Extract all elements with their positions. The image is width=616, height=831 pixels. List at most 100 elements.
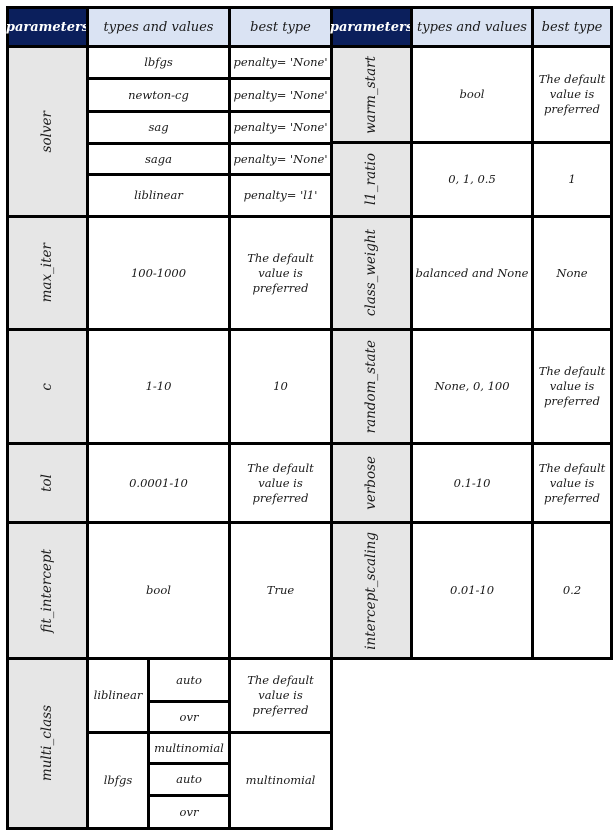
cell-text: auto bbox=[176, 672, 202, 687]
param-tol: tol bbox=[6, 442, 89, 524]
solver-value-newton-cg: newton-cg bbox=[86, 77, 231, 113]
multi-class-option-auto-2: auto bbox=[147, 762, 231, 797]
cell-text: 0.01-10 bbox=[449, 583, 495, 597]
header-label: types and values bbox=[417, 19, 527, 35]
fit-intercept-value: bool bbox=[86, 521, 231, 660]
cell-text: The default value is preferred bbox=[247, 673, 314, 717]
cell-text: newton-cg bbox=[128, 87, 189, 102]
solver-best-liblinear: penalty= 'l1' bbox=[228, 173, 333, 218]
cell-text: liblinear bbox=[93, 688, 143, 702]
class-weight-value: balanced and None bbox=[410, 215, 534, 331]
warm-start-value: bool bbox=[410, 45, 534, 144]
solver-best-sag: penalty= 'None' bbox=[228, 110, 333, 145]
c-best: 10 bbox=[228, 328, 333, 445]
class-weight-best: None bbox=[531, 215, 613, 331]
cell-text: 1 bbox=[568, 172, 576, 186]
header-parameters-right: parameters bbox=[330, 6, 413, 48]
cell-text: multinomial bbox=[154, 740, 224, 755]
cell-text: None, 0, 100 bbox=[434, 379, 510, 393]
cell-text: 0.2 bbox=[562, 583, 582, 597]
verbose-value: 0.1-10 bbox=[410, 442, 534, 524]
solver-value-lbfgs: lbfgs bbox=[86, 45, 231, 80]
cell-text: The default value is preferred bbox=[247, 460, 314, 505]
multi-class-option-ovr-2: ovr bbox=[147, 794, 231, 830]
param-label: fit_intercept bbox=[39, 548, 55, 633]
tol-best: The default value is preferred bbox=[228, 442, 333, 524]
random-state-best: The default value is preferred bbox=[531, 328, 613, 445]
param-warm-start: warm_start bbox=[330, 45, 413, 144]
header-label: types and values bbox=[103, 19, 214, 35]
cell-text: 0, 1, 0.5 bbox=[448, 172, 496, 186]
header-label: parameters bbox=[329, 19, 414, 35]
cell-text: lbfgs bbox=[103, 773, 133, 787]
cell-text: The default value is preferred bbox=[538, 460, 606, 505]
random-state-value: None, 0, 100 bbox=[410, 328, 534, 445]
param-multi-class: multi_class bbox=[6, 657, 89, 830]
header-label: best type bbox=[250, 19, 311, 35]
cell-text: penalty= 'None' bbox=[233, 87, 328, 102]
param-fit-intercept: fit_intercept bbox=[6, 521, 89, 660]
cell-text: bool bbox=[459, 87, 485, 101]
cell-text: None bbox=[556, 265, 588, 280]
cell-text: saga bbox=[145, 151, 172, 166]
param-class-weight: class_weight bbox=[330, 215, 413, 331]
param-max-iter: max_iter bbox=[6, 215, 89, 331]
c-value: 1-10 bbox=[86, 328, 231, 445]
cell-text: 0.1-10 bbox=[453, 475, 491, 490]
param-label: intercept_scaling bbox=[363, 531, 379, 650]
cell-text: 1-10 bbox=[145, 379, 172, 393]
param-random-state: random_state bbox=[330, 328, 413, 445]
param-l1-ratio: l1_ratio bbox=[330, 141, 413, 218]
multi-class-best-lbfgs: multinomial bbox=[228, 731, 333, 830]
multi-class-option-ovr: ovr bbox=[147, 700, 231, 734]
header-label: best type bbox=[541, 19, 603, 35]
multi-class-option-multinomial: multinomial bbox=[147, 731, 231, 765]
param-label: c bbox=[39, 382, 55, 391]
solver-best-newton-cg: penalty= 'None' bbox=[228, 77, 333, 113]
param-verbose: verbose bbox=[330, 442, 413, 524]
l1-ratio-best: 1 bbox=[531, 141, 613, 218]
multi-class-best-liblinear: The default value is preferred bbox=[228, 657, 333, 734]
cell-text: The default value is preferred bbox=[538, 364, 606, 408]
intercept-scaling-best: 0.2 bbox=[531, 521, 613, 660]
l1-ratio-value: 0, 1, 0.5 bbox=[410, 141, 534, 218]
param-c: c bbox=[6, 328, 89, 445]
param-label: random_state bbox=[363, 339, 379, 434]
intercept-scaling-value: 0.01-10 bbox=[410, 521, 534, 660]
solver-best-lbfgs: penalty= 'None' bbox=[228, 45, 333, 80]
cell-text: The default value is preferred bbox=[247, 250, 314, 295]
param-label: l1_ratio bbox=[363, 153, 379, 206]
header-best-right: best type bbox=[531, 6, 613, 48]
max-iter-value: 100-1000 bbox=[86, 215, 231, 331]
param-label: solver bbox=[39, 110, 55, 153]
solver-value-sag: sag bbox=[86, 110, 231, 145]
cell-text: penalty= 'l1' bbox=[243, 188, 318, 202]
header-types-right: types and values bbox=[410, 6, 534, 48]
header-label: parameters bbox=[5, 19, 90, 35]
cell-text: 0.0001-10 bbox=[129, 475, 188, 490]
cell-text: 100-1000 bbox=[130, 265, 187, 280]
cell-text: penalty= 'None' bbox=[233, 120, 328, 134]
cell-text: balanced and None bbox=[415, 265, 529, 280]
cell-text: The default value is preferred bbox=[538, 72, 606, 116]
param-intercept-scaling: intercept_scaling bbox=[330, 521, 413, 660]
param-label: warm_start bbox=[363, 55, 379, 134]
cell-text: penalty= 'None' bbox=[233, 151, 328, 166]
cell-text: bool bbox=[146, 583, 171, 597]
verbose-best: The default value is preferred bbox=[531, 442, 613, 524]
param-label: verbose bbox=[363, 456, 379, 510]
cell-text: ovr bbox=[179, 709, 199, 724]
param-label: multi_class bbox=[39, 705, 55, 782]
param-label: tol bbox=[39, 474, 55, 492]
header-types-left: types and values bbox=[86, 6, 231, 48]
header-best-left: best type bbox=[228, 6, 333, 48]
cell-text: liblinear bbox=[134, 188, 183, 202]
param-solver: solver bbox=[6, 45, 89, 218]
multi-class-option-auto: auto bbox=[147, 657, 231, 703]
solver-best-saga: penalty= 'None' bbox=[228, 142, 333, 176]
param-label: max_iter bbox=[39, 243, 55, 303]
cell-text: penalty= 'None' bbox=[233, 55, 328, 69]
multi-class-solver-lbfgs: lbfgs bbox=[86, 731, 150, 830]
multi-class-solver-liblinear: liblinear bbox=[86, 657, 150, 734]
max-iter-best: The default value is preferred bbox=[228, 215, 333, 331]
